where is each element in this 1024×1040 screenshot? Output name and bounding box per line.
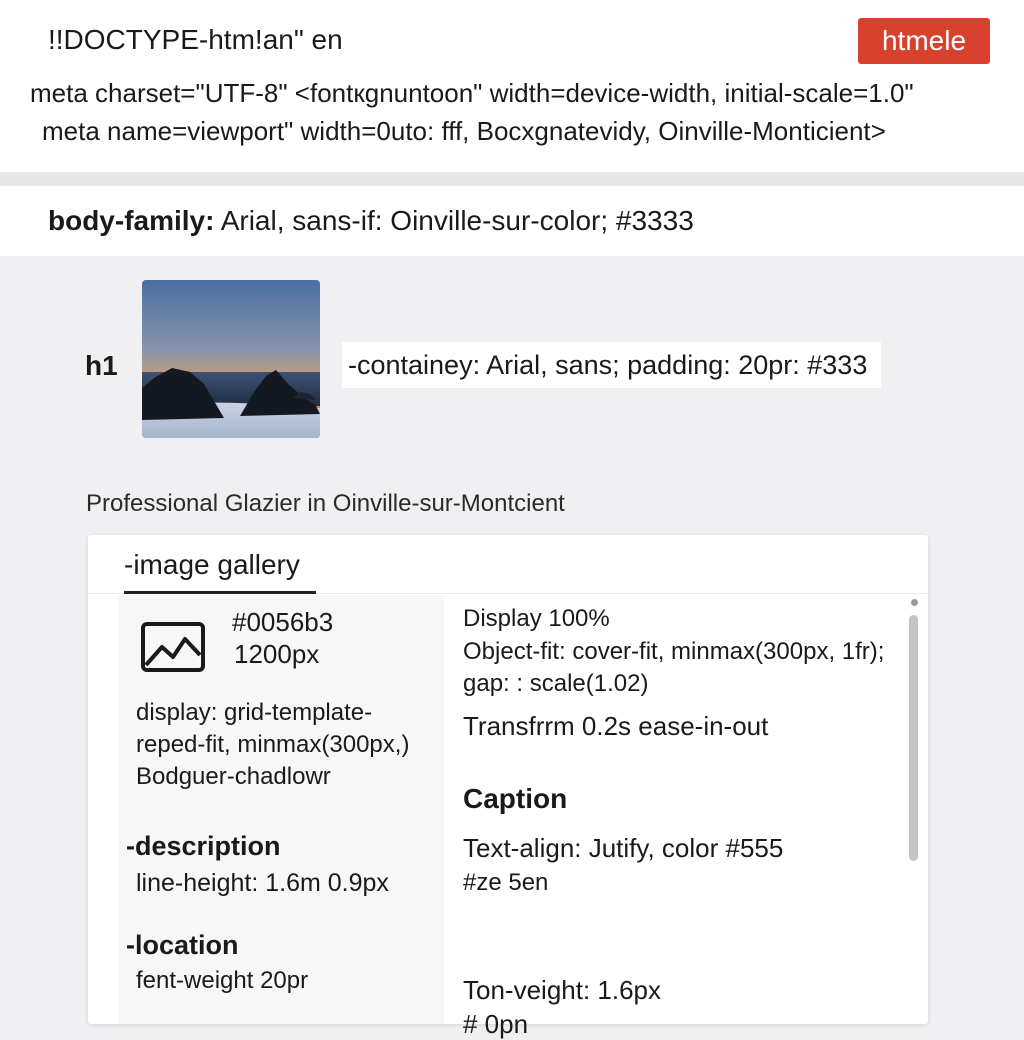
sunset-photo[interactable] bbox=[142, 280, 320, 438]
tab-image-gallery[interactable]: -image gallery bbox=[124, 549, 300, 581]
scroll-thumb[interactable] bbox=[909, 615, 918, 861]
bottom-line-1: Ton-veight: 1.6px bbox=[463, 975, 662, 1005]
h1-label: h1 bbox=[85, 350, 118, 381]
container-rule: -containey: Arial, sans; padding: 20pr: … bbox=[342, 342, 882, 388]
caption-line-1: Text-align: Jutify, color #555 bbox=[463, 833, 784, 863]
body-rule-label: body-family: bbox=[48, 205, 215, 236]
doctype-line: !!DOCTYPE-htm!an" en bbox=[48, 24, 343, 55]
image-icon bbox=[140, 621, 206, 678]
location-value: fent-weight 20pr bbox=[136, 967, 309, 994]
body-rule: body-family: Arial, sans-if: Oinville-su… bbox=[48, 205, 694, 237]
display-line-3: Bodguer-chadlowr bbox=[136, 763, 331, 790]
color-value: #0056b3 bbox=[232, 607, 334, 637]
caption-line-2: #ze 5en bbox=[463, 869, 549, 896]
display-line-2: reped-fit, minmax(300px,) bbox=[136, 731, 410, 758]
vertical-scrollbar[interactable] bbox=[908, 597, 920, 1024]
right-line-4: Transfrrm 0.2s ease-in-out bbox=[463, 711, 769, 741]
width-value: 1200px bbox=[234, 639, 320, 669]
gallery-header: -image gallery bbox=[88, 535, 928, 594]
scroll-up-arrow[interactable] bbox=[911, 599, 918, 606]
image-gallery-panel: -image gallery #0056b3 1200px display: g… bbox=[88, 535, 928, 1039]
right-line-3: gap: : scale(1.02) bbox=[463, 670, 649, 697]
description-heading: -description bbox=[126, 831, 281, 861]
meta-line-1: meta charset="UTF-8" <fontкgnuntoon" wid… bbox=[30, 78, 914, 108]
body-rule-value: Arial, sans-if: Oinville-sur-color; #333… bbox=[214, 205, 694, 236]
right-line-1: Display 100% bbox=[463, 605, 610, 632]
location-heading: -location bbox=[126, 930, 239, 960]
active-tab-indicator bbox=[124, 591, 316, 594]
meta-line-2: meta name=viewport" width=0uto: fff, Boc… bbox=[42, 116, 886, 146]
html-badge-button[interactable]: htmele bbox=[858, 18, 990, 64]
right-line-2: Object-fit: cover-fit, minmax(300px, 1fr… bbox=[463, 638, 885, 665]
caption-heading: Caption bbox=[463, 783, 568, 814]
separator bbox=[0, 172, 1024, 186]
bottom-line-2: # 0pn bbox=[463, 1009, 529, 1039]
display-line-1: display: grid-template- bbox=[136, 699, 373, 726]
page-subtitle: Professional Glazier in Oinville-sur-Mon… bbox=[86, 490, 565, 517]
description-value: line-height: 1.6m 0.9px bbox=[136, 869, 389, 897]
